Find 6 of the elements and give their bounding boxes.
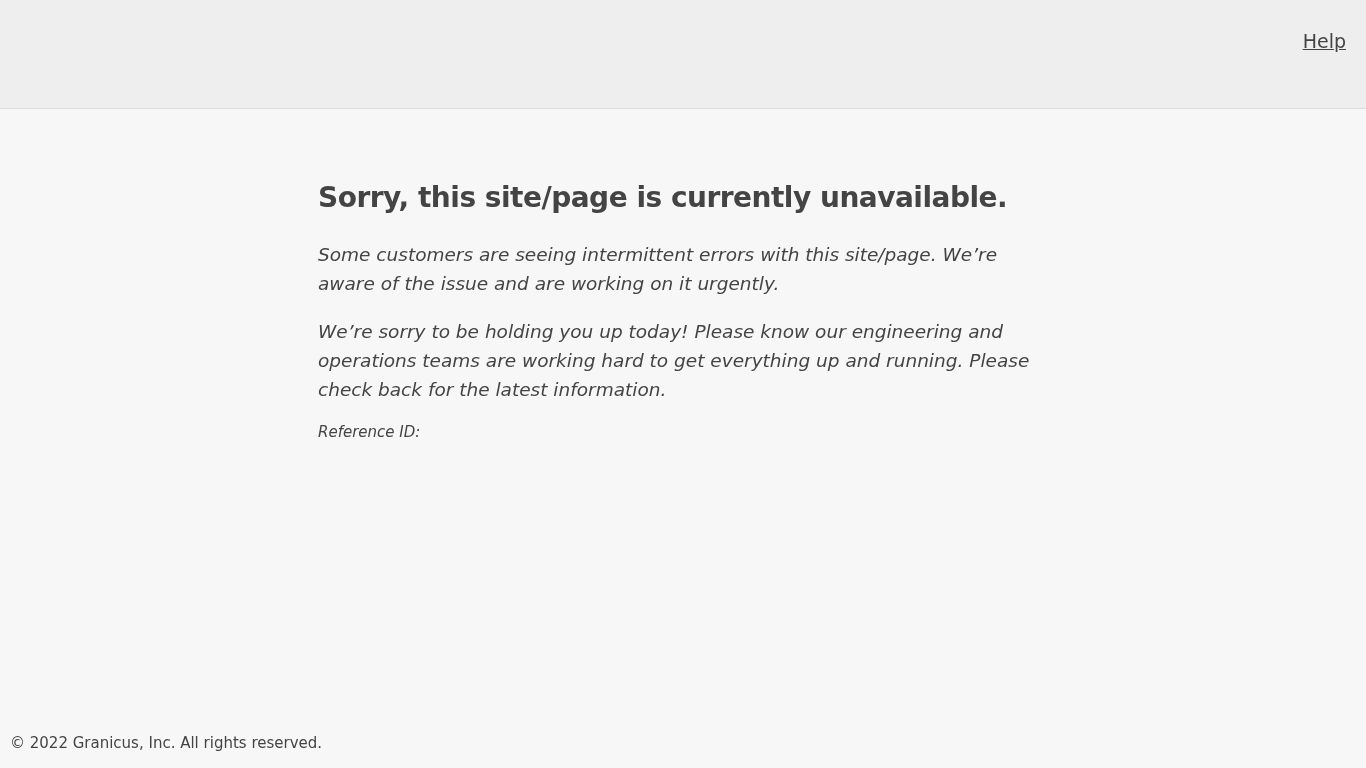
help-link[interactable]: Help (1302, 30, 1346, 52)
message-paragraph: Some customers are seeing intermittent errors with this site/page. We’re aware of the issue and are working on it urgently. (318, 243, 999, 296)
reference-id-label: Reference ID: (318, 423, 422, 441)
copyright-text: © 2022 Granicus, Inc. All rights reserved. (10, 734, 323, 752)
error-heading: Sorry, this site/page is currently unavailable. (318, 181, 1009, 214)
message-paragraph: We’re sorry to be holding you up today! Please know our engineering and operations teams are working hard to get everything up and running. Please check back for the latest information. (318, 320, 1031, 402)
